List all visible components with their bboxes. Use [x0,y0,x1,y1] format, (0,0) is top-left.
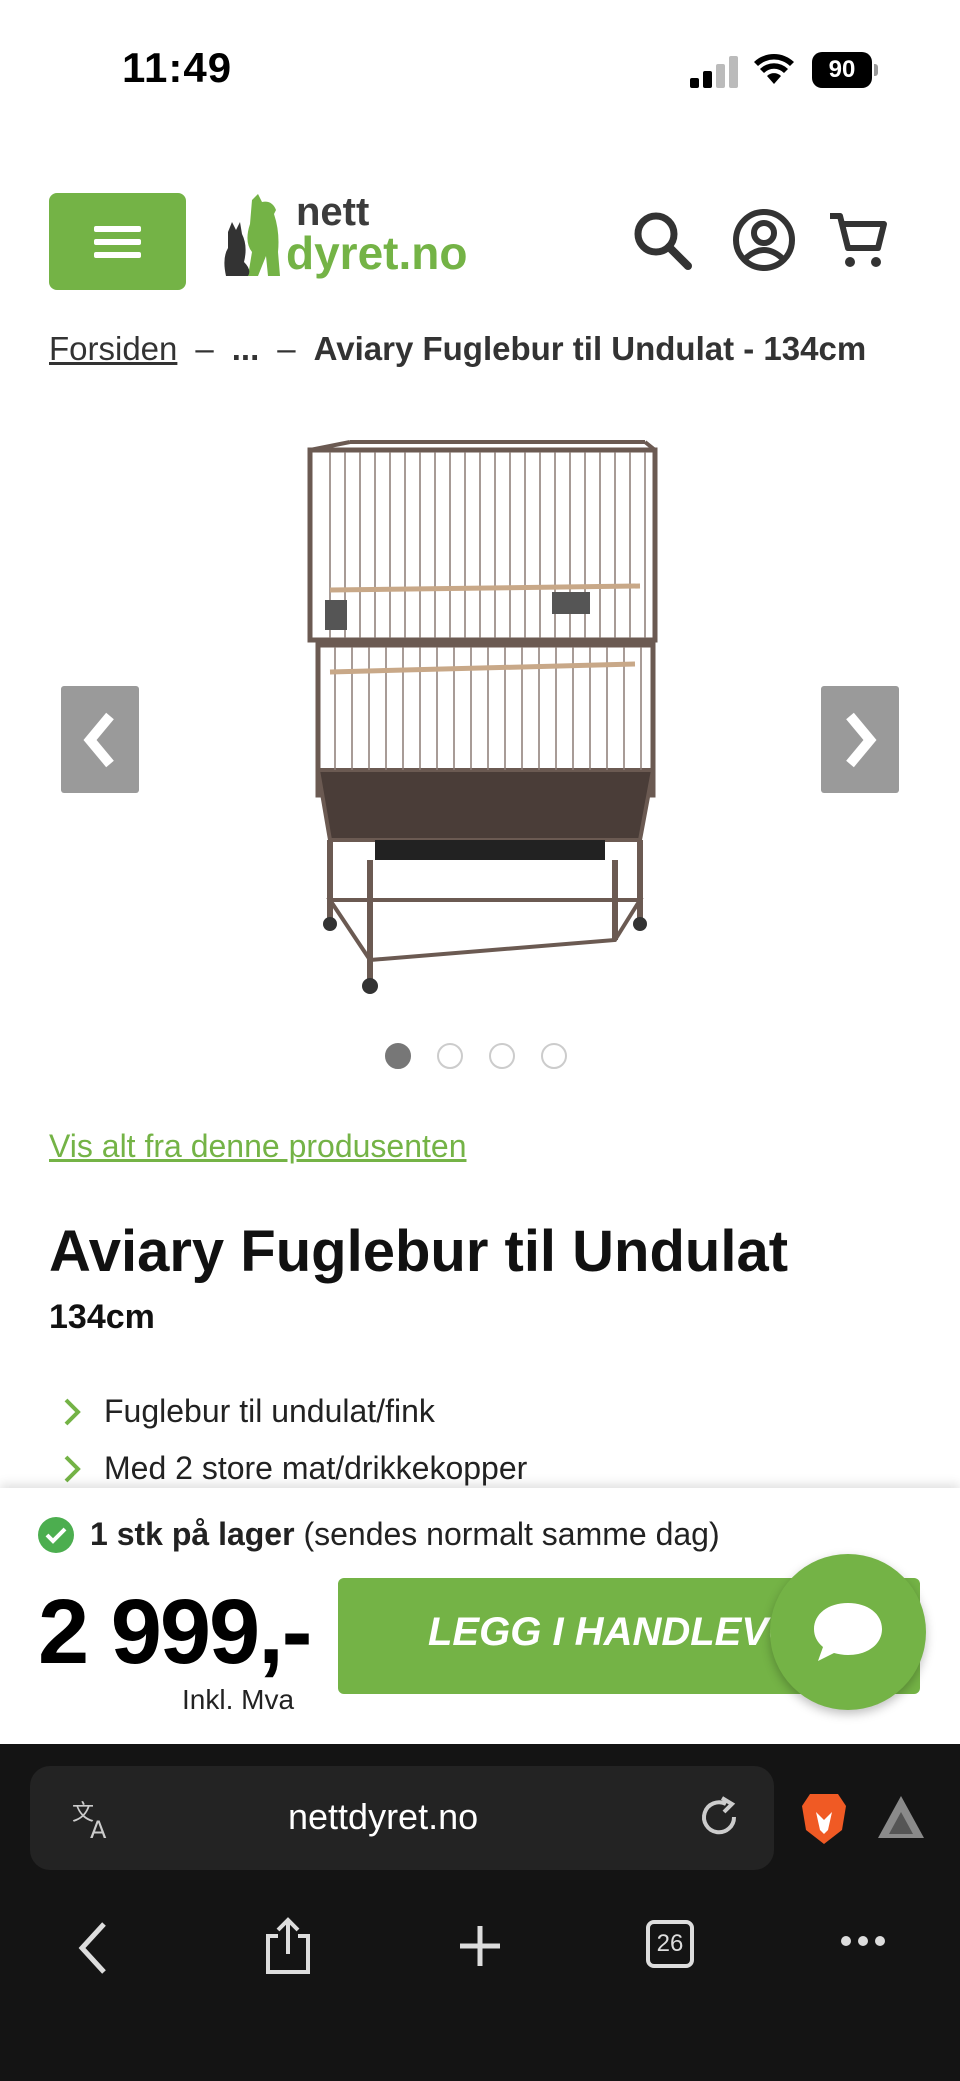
svg-text:A: A [90,1816,107,1842]
product-title: Aviary Fuglebur til Undulat [49,1219,789,1284]
gallery-dot[interactable] [385,1043,411,1069]
chat-bubble-icon [814,1603,882,1661]
translate-icon[interactable]: 文 A [70,1796,116,1842]
chevron-left-icon [83,712,114,767]
logo-animals-icon [224,194,280,276]
wifi-icon [754,54,794,84]
account-icon[interactable] [732,208,796,272]
breadcrumb-separator: – [277,330,296,367]
feature-text: Med 2 store mat/drikkekopper [104,1450,528,1486]
gallery-pagination [385,1043,567,1069]
battery-level: 90 [812,52,872,88]
product-subtitle: 134cm [49,1298,155,1336]
chevron-right-icon [64,1455,81,1482]
site-logo[interactable]: nett dyret.no [222,192,482,282]
search-icon[interactable] [630,208,694,272]
chevron-right-icon [846,712,877,767]
brand-link[interactable]: Vis alt fra denne produsenten [49,1128,466,1165]
stock-status: 1 stk på lager (sendes normalt samme dag… [38,1516,720,1553]
gallery-next-button[interactable] [821,686,899,793]
feature-item: Fuglebur til undulat/fink [62,1393,435,1430]
stock-quantity: 1 stk på lager [90,1516,295,1552]
breadcrumb: Forsiden – ... – Aviary Fuglebur til Und… [49,330,866,368]
feature-text: Fuglebur til undulat/fink [104,1393,435,1429]
status-time: 11:49 [122,44,233,91]
more-icon[interactable] [840,1934,886,1948]
gallery-dot[interactable] [437,1043,463,1069]
chevron-right-icon [64,1398,81,1425]
tabs-icon[interactable]: 26 [646,1920,694,1968]
gallery-dot[interactable] [489,1043,515,1069]
rewards-triangle-icon[interactable] [876,1794,926,1840]
reload-icon[interactable] [696,1794,742,1840]
check-circle-icon [38,1516,74,1553]
brave-lion-icon[interactable] [800,1790,848,1846]
cart-icon[interactable] [826,208,890,272]
logo-text-top: nett [296,190,370,234]
product-price: 2 999,- [38,1581,312,1683]
breadcrumb-separator: – [195,330,214,367]
vat-note: Inkl. Mva [182,1684,295,1715]
gallery-prev-button[interactable] [61,686,139,793]
feature-item: Med 2 store mat/drikkekopper [62,1450,527,1487]
chat-button[interactable] [770,1554,926,1710]
url-text[interactable]: nettdyret.no [288,1796,478,1838]
stock-note: (sendes normalt samme dag) [303,1516,720,1552]
new-tab-icon[interactable] [456,1922,504,1970]
share-icon[interactable] [262,1916,314,1976]
signal-icon [690,56,738,88]
breadcrumb-current: Aviary Fuglebur til Undulat - 134cm [313,330,867,367]
menu-button[interactable] [49,193,186,290]
logo-text-bottom: dyret.no [286,227,468,279]
battery-icon: 90 [812,52,878,88]
back-icon[interactable] [76,1920,112,1976]
tab-count: 26 [656,1930,684,1957]
breadcrumb-home-link[interactable]: Forsiden [49,330,177,368]
breadcrumb-ellipsis[interactable]: ... [232,330,260,368]
gallery-dot[interactable] [541,1043,567,1069]
